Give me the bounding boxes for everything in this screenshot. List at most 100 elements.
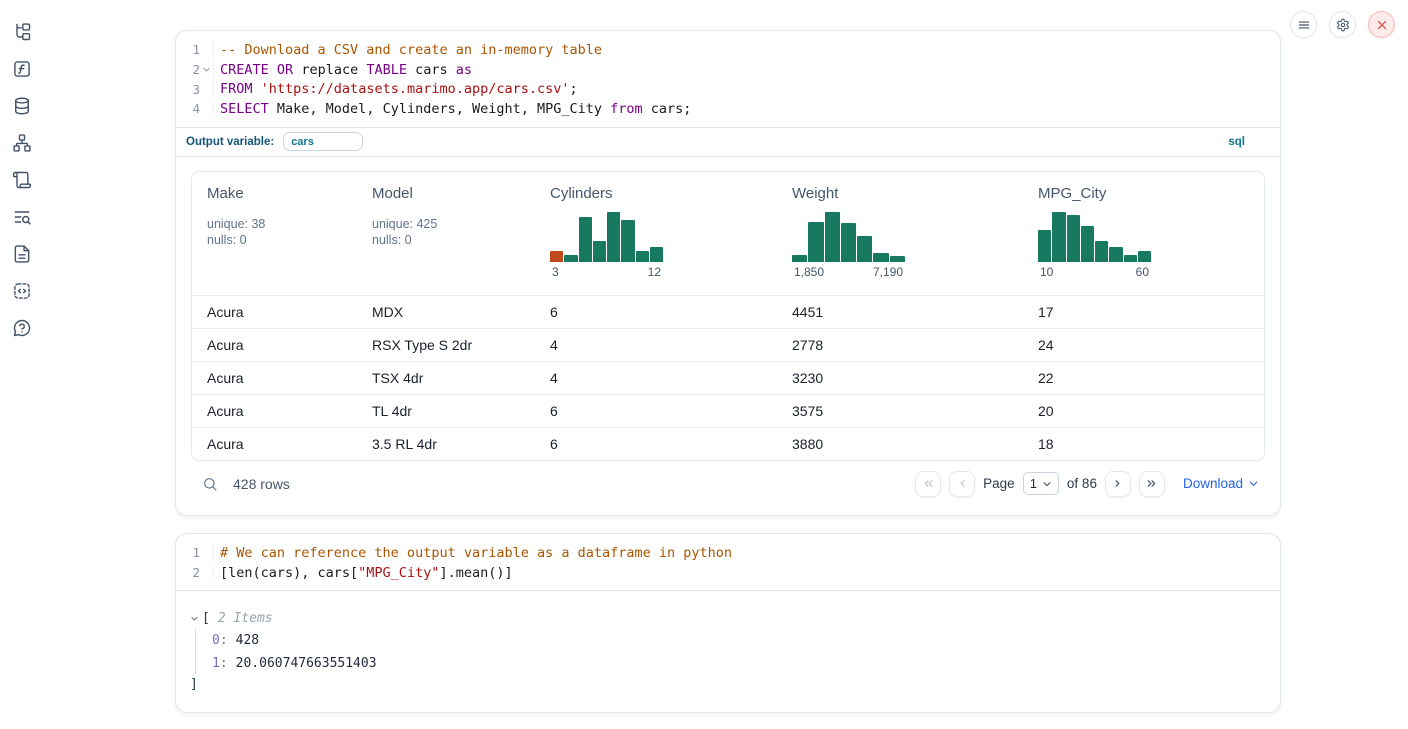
cell-weight: 3230	[784, 370, 1030, 386]
hamburger-icon	[1297, 18, 1311, 32]
code-line: 2 [len(cars), cars["MPG_City"].mean()]	[176, 563, 1280, 583]
histogram-bars	[792, 212, 905, 262]
code-text: FROM 'https://datasets.marimo.app/cars.c…	[213, 81, 578, 97]
sidebar-item-logs[interactable]	[11, 206, 33, 228]
column-title[interactable]: Make	[207, 185, 244, 202]
collapse-toggle[interactable]	[190, 614, 202, 623]
column-title[interactable]: Cylinders	[550, 185, 613, 202]
column-title[interactable]: MPG_City	[1038, 185, 1106, 202]
sidebar-item-documentation[interactable]	[11, 243, 33, 265]
next-page-button[interactable]	[1105, 471, 1131, 497]
output-variable-row: Output variable: sql	[176, 127, 1280, 157]
column-header-weight: Weight 1,850 7,190	[784, 185, 1030, 295]
tick-max: 7,190	[873, 265, 903, 279]
python-code-editor[interactable]: 1 # We can reference the output variable…	[176, 534, 1280, 590]
tick-max: 60	[1136, 265, 1149, 279]
chevron-down-icon	[1248, 478, 1259, 489]
close-icon	[1375, 18, 1389, 32]
stat-nulls: nulls: 0	[372, 232, 542, 249]
tick-min: 1,850	[794, 265, 824, 279]
download-button[interactable]: Download	[1183, 476, 1259, 491]
cell-make: Acura	[192, 304, 357, 320]
sidebar-item-file-tree[interactable]	[11, 21, 33, 43]
download-label: Download	[1183, 476, 1243, 491]
topbar-controls	[1290, 11, 1395, 38]
file-tree-icon	[12, 22, 32, 42]
sidebar-item-variables[interactable]	[11, 58, 33, 80]
fold-chevron-icon[interactable]	[202, 65, 211, 74]
cell-cylinders: 6	[542, 436, 784, 452]
sidebar-item-datasources[interactable]	[11, 95, 33, 117]
stat-unique: unique: 38	[207, 216, 357, 233]
tick-max: 12	[648, 265, 661, 279]
cell-mpg-city: 20	[1030, 403, 1264, 419]
code-line: 3 FROM 'https://datasets.marimo.app/cars…	[176, 79, 1280, 99]
code-line: 1 -- Download a CSV and create an in-mem…	[176, 40, 1280, 60]
chevron-right-icon	[1111, 477, 1124, 490]
python-output-tree: [ 2 Items 0: 428 1: 20.060747663551403 ]	[176, 591, 1280, 694]
cell-model: RSX Type S 2dr	[357, 337, 542, 353]
code-text: SELECT Make, Model, Cylinders, Weight, M…	[213, 101, 691, 117]
page-select[interactable]: 1	[1023, 472, 1059, 495]
tick-min: 3	[552, 265, 559, 279]
item-value: 428	[236, 633, 259, 648]
cylinders-histogram: 3 12	[550, 212, 663, 279]
tick-min: 10	[1040, 265, 1053, 279]
first-page-button[interactable]	[915, 471, 941, 497]
items-count-label: 2 Items	[218, 611, 273, 626]
code-line: 4 SELECT Make, Model, Cylinders, Weight,…	[176, 99, 1280, 119]
sidebar-item-scratchpad[interactable]	[11, 169, 33, 191]
cell-mpg-city: 18	[1030, 436, 1264, 452]
help-chat-icon	[12, 318, 32, 338]
table-row: Acura TL 4dr 6 3575 20	[192, 394, 1264, 427]
line-number: 1	[176, 42, 200, 57]
close-bracket: ]	[190, 677, 198, 692]
chevrons-right-icon	[1145, 477, 1158, 490]
page-select-value: 1	[1030, 476, 1037, 491]
sidebar-item-dependency-graph[interactable]	[11, 132, 33, 154]
histogram-ticks: 10 60	[1038, 265, 1151, 279]
column-title[interactable]: Model	[372, 185, 413, 202]
chevron-down-icon	[190, 614, 199, 623]
table-row: Acura 3.5 RL 4dr 6 3880 18	[192, 427, 1264, 460]
last-page-button[interactable]	[1139, 471, 1165, 497]
cell-weight: 3575	[784, 403, 1030, 419]
output-variable-input[interactable]	[283, 132, 363, 151]
line-number: 2	[176, 565, 200, 580]
tree-root-row: [ 2 Items	[190, 607, 1280, 629]
cell-make: Acura	[192, 436, 357, 452]
cell-mpg-city: 17	[1030, 304, 1264, 320]
code-line: 1 # We can reference the output variable…	[176, 543, 1280, 563]
close-button[interactable]	[1368, 11, 1395, 38]
marimo-notebook: 1 -- Download a CSV and create an in-mem…	[0, 0, 1408, 729]
of-pages-label: of 86	[1067, 476, 1097, 491]
item-key: 1:	[212, 656, 228, 671]
gear-icon	[1336, 18, 1350, 32]
sql-code-editor[interactable]: 1 -- Download a CSV and create an in-mem…	[176, 31, 1280, 127]
cell-cylinders: 4	[542, 370, 784, 386]
tree-items: 0: 428 1: 20.060747663551403	[195, 629, 1280, 674]
code-text: # We can reference the output variable a…	[213, 545, 732, 561]
settings-button[interactable]	[1329, 11, 1356, 38]
cell-cylinders: 4	[542, 337, 784, 353]
tree-item: 1: 20.060747663551403	[212, 652, 1280, 675]
code-text: [len(cars), cars["MPG_City"].mean()]	[213, 565, 513, 581]
pagination: Page 1 of 86 Download	[915, 471, 1259, 497]
item-value: 20.060747663551403	[236, 656, 377, 671]
page-label: Page	[983, 476, 1015, 491]
menu-button[interactable]	[1290, 11, 1317, 38]
table-row: Acura TSX 4dr 4 3230 22	[192, 361, 1264, 394]
line-number: 1	[176, 545, 200, 560]
cell-make: Acura	[192, 370, 357, 386]
column-header-make: Make unique: 38 nulls: 0	[192, 185, 357, 295]
sidebar-item-snippets[interactable]	[11, 280, 33, 302]
code-text: CREATE OR replace TABLE cars as	[213, 62, 472, 78]
list-search-icon	[12, 207, 32, 227]
previous-page-button[interactable]	[949, 471, 975, 497]
cell-model: TL 4dr	[357, 403, 542, 419]
sidebar-item-help[interactable]	[11, 317, 33, 339]
scroll-icon	[12, 170, 32, 190]
fold-gutter	[200, 65, 213, 74]
column-title[interactable]: Weight	[792, 185, 838, 202]
search-button[interactable]	[199, 473, 221, 495]
